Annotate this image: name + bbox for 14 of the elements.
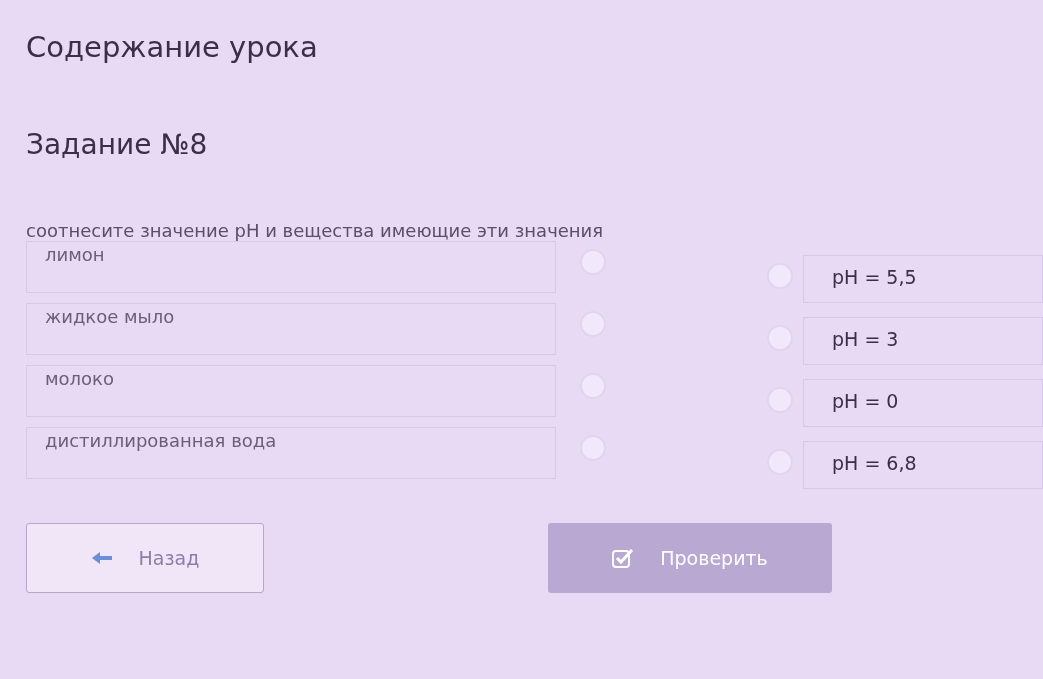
task-title: Задание №8 [26,128,209,163]
substance-item[interactable]: дистиллированная вода [26,427,556,479]
ph-item[interactable]: pH = 5,5 [803,255,1043,303]
checkbox-icon [612,548,635,568]
back-button[interactable]: Назад [26,523,264,593]
ph-item[interactable]: pH = 3 [803,317,1043,365]
ph-item[interactable]: pH = 0 [803,379,1043,427]
substance-item[interactable]: молоко [26,365,556,417]
lesson-title: Содержание урока [26,30,319,66]
substance-item[interactable]: лимон [26,241,556,293]
ph-item[interactable]: pH = 6,8 [803,441,1043,489]
substance-item[interactable]: жидкое мыло [26,303,556,355]
arrow-left-icon [90,551,113,565]
instruction-text: соотнесите значение pH и вещества имеющие эти значения [26,220,605,241]
